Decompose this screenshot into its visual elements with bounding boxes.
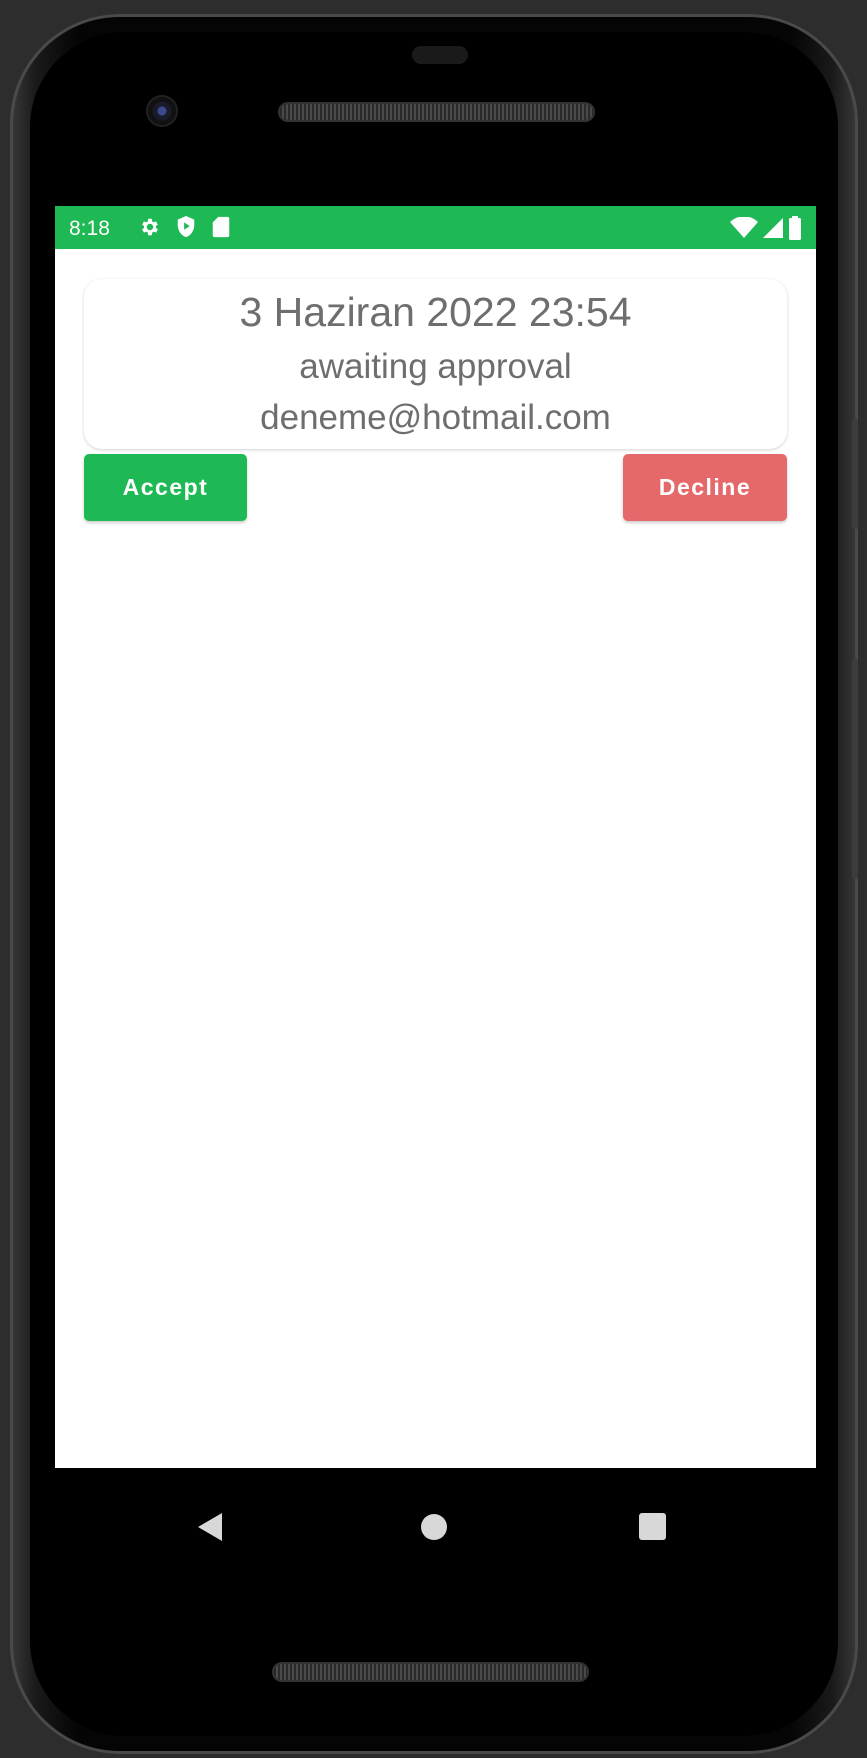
request-date: 3 Haziran 2022 23:54 [239, 289, 632, 335]
play-protect-icon [177, 216, 195, 238]
request-email: deneme@hotmail.com [260, 398, 611, 437]
back-icon[interactable] [198, 1513, 222, 1541]
accept-button[interactable]: Accept [84, 454, 247, 521]
proximity-sensor [412, 46, 468, 64]
volume-button [852, 419, 858, 529]
sd-card-icon [212, 216, 230, 238]
status-bar: 8:18 [55, 206, 816, 249]
status-time: 8:18 [69, 217, 110, 240]
earpiece-speaker [280, 104, 593, 120]
cell-signal-icon [763, 218, 783, 238]
status-system-icons [730, 216, 802, 240]
wifi-icon [730, 217, 758, 238]
navigation-bar [55, 1468, 816, 1578]
status-notification-icons [139, 215, 231, 239]
device-frame-background: 8:18 3 Haziran 2022 23:54 awaiting appro… [0, 0, 867, 1758]
decline-button[interactable]: Decline [623, 454, 787, 521]
recents-icon[interactable] [639, 1513, 666, 1540]
request-card: 3 Haziran 2022 23:54 awaiting approval d… [84, 279, 787, 449]
battery-icon [789, 216, 801, 240]
settings-gear-icon [142, 218, 158, 236]
bottom-speaker [274, 1664, 587, 1680]
home-icon[interactable] [421, 1514, 447, 1540]
app-screen: 8:18 3 Haziran 2022 23:54 awaiting appro… [55, 206, 816, 1468]
request-status: awaiting approval [299, 347, 572, 386]
power-button [852, 659, 858, 879]
front-camera-icon [148, 97, 176, 125]
